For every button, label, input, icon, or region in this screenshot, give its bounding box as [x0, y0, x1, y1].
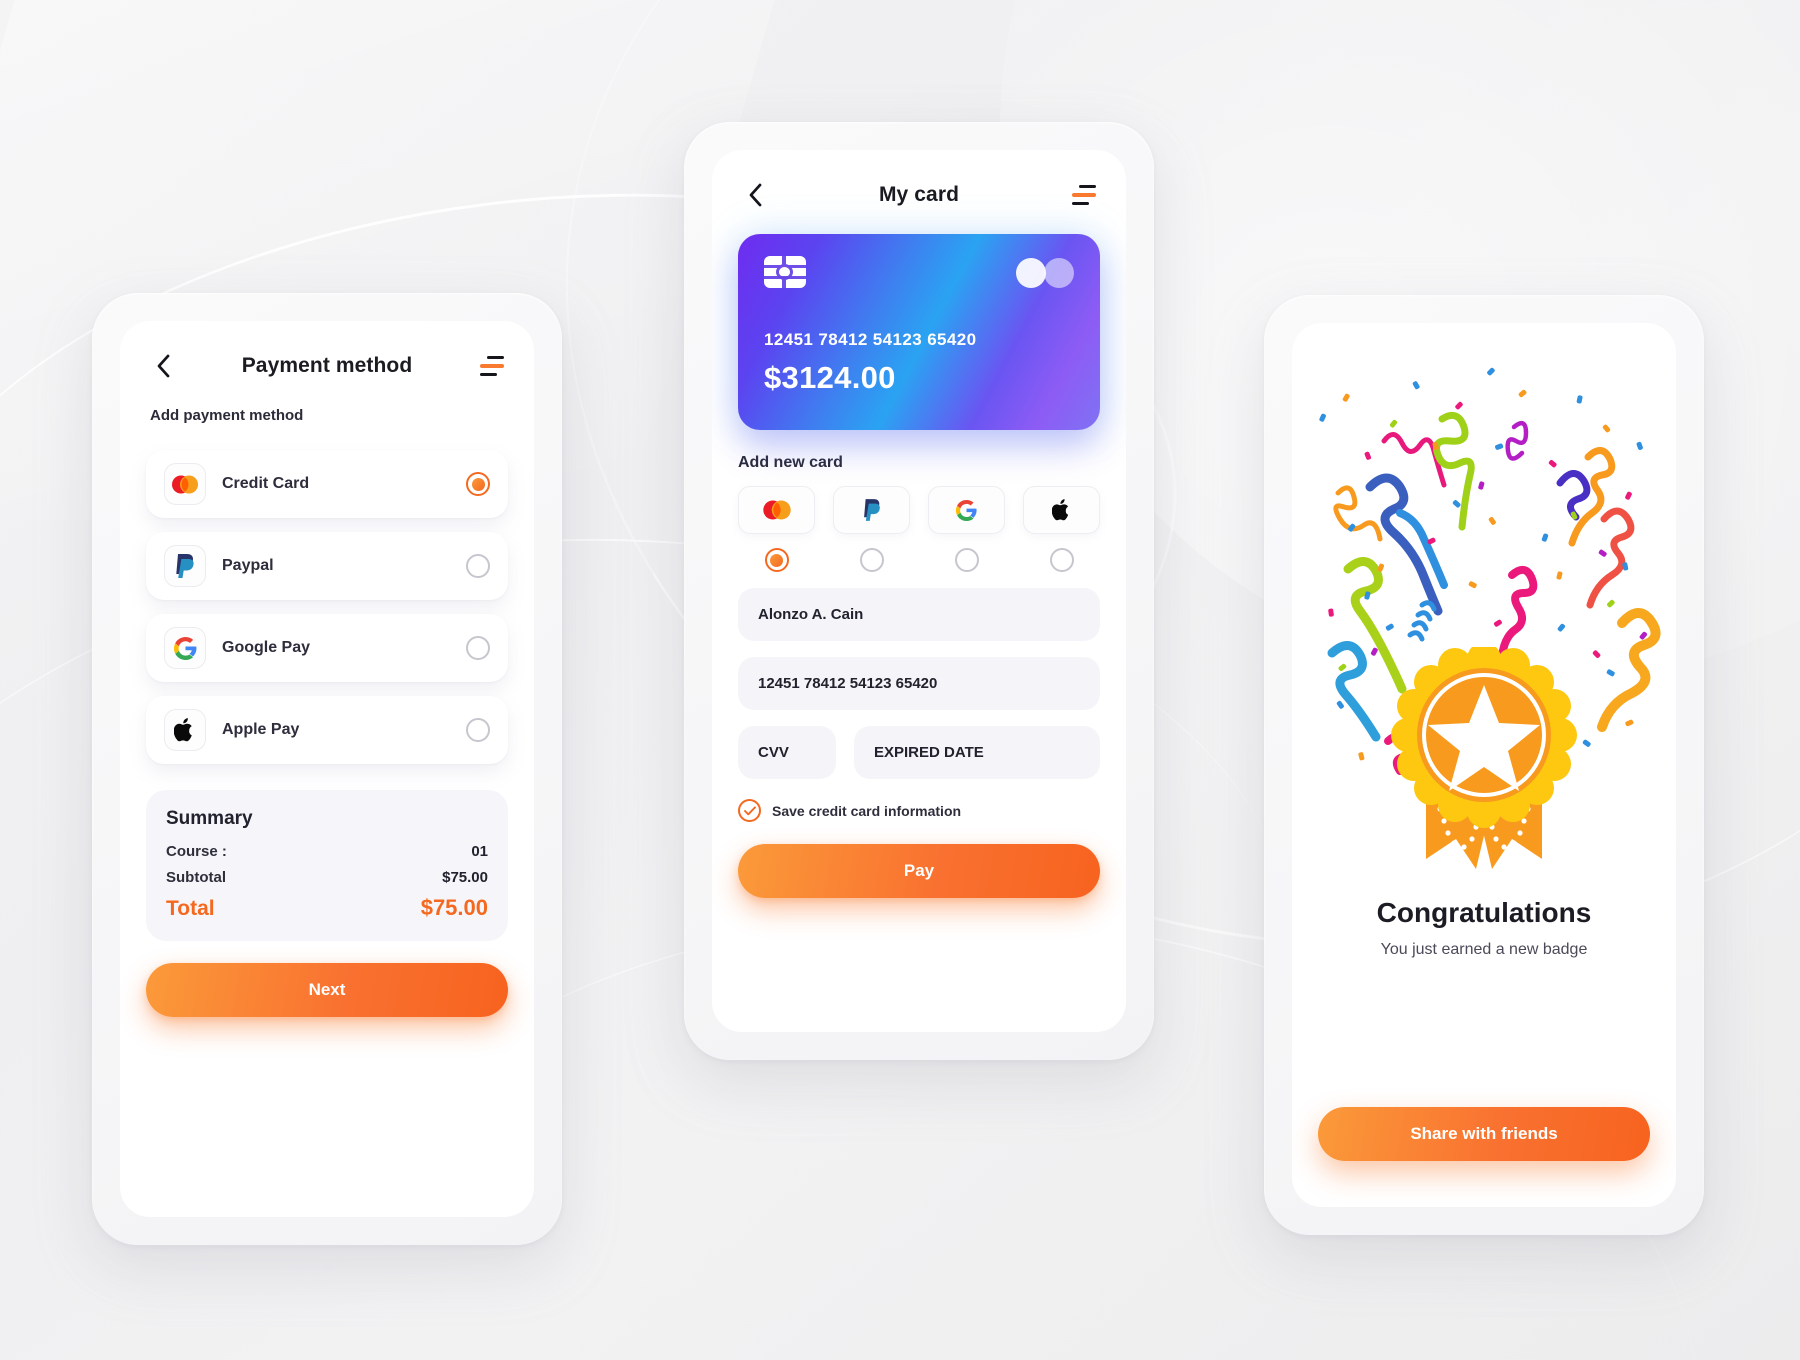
paypal-icon [164, 545, 206, 587]
save-card-label: Save credit card information [772, 802, 962, 819]
payment-method-list: Credit Card Paypal Google Pay Apple Pay [120, 424, 534, 764]
success-heading: Congratulations [1376, 897, 1592, 928]
payment-option-label: Google Pay [222, 639, 311, 656]
radio-paypal[interactable] [466, 554, 490, 578]
brand-option-google[interactable] [928, 486, 1005, 572]
payment-option-label: Paypal [222, 557, 274, 574]
card-number-field[interactable]: 12451 78412 54123 65420 [738, 657, 1100, 710]
payment-option-label: Credit Card [222, 475, 310, 492]
share-with-friends-button[interactable]: Share with friends [1318, 1107, 1650, 1161]
summary-key: Course : [166, 843, 227, 860]
page-title: Payment method [241, 354, 413, 377]
radio-brand-mastercard[interactable] [764, 548, 789, 572]
success-screen: Congratulations You just earned a new ba… [1292, 323, 1676, 1207]
payment-option-google-pay[interactable]: Google Pay [146, 614, 508, 682]
confetti-badge-illustration [1292, 323, 1676, 883]
page-title: My card [878, 183, 960, 206]
payment-option-paypal[interactable]: Paypal [146, 532, 508, 600]
total-value: $75.00 [420, 895, 488, 920]
apple-icon [164, 709, 206, 751]
summary-title: Summary [166, 808, 253, 829]
brand-option-paypal[interactable] [833, 486, 910, 572]
my-card-screen: My card 12451 78412 54123 65420 $3124.00… [712, 150, 1126, 1032]
section-label: Add payment method [150, 407, 304, 424]
filter-menu-icon[interactable] [1070, 185, 1096, 205]
radio-brand-apple[interactable] [1049, 548, 1074, 572]
brand-option-apple[interactable] [1023, 486, 1100, 572]
summary-value: $75.00 [442, 869, 488, 886]
radio-brand-paypal[interactable] [859, 548, 884, 572]
expiry-date-field[interactable]: EXPIRED DATE [854, 726, 1100, 779]
pay-button[interactable]: Pay [738, 844, 1100, 898]
total-label: Total [166, 897, 215, 920]
summary-row-total: Total $75.00 [166, 895, 488, 921]
payment-option-apple-pay[interactable]: Apple Pay [146, 696, 508, 764]
emv-chip-icon [764, 256, 806, 288]
summary-row-course: Course : 01 [166, 843, 488, 860]
credit-card-visual[interactable]: 12451 78412 54123 65420 $3124.00 [738, 234, 1100, 430]
google-icon [164, 627, 206, 669]
cvv-field[interactable]: CVV [738, 726, 836, 779]
cardholder-name-field[interactable]: Alonzo A. Cain [738, 588, 1100, 641]
google-icon[interactable] [928, 486, 1005, 534]
back-icon[interactable] [742, 182, 768, 208]
card-extra-fields: CVV EXPIRED DATE [738, 726, 1100, 779]
radio-credit-card[interactable] [466, 472, 490, 496]
filter-menu-icon[interactable] [478, 356, 504, 376]
brand-option-mastercard[interactable] [738, 486, 815, 572]
summary-key: Subtotal [166, 869, 226, 886]
share-button-wrap: Share with friends [1292, 1107, 1676, 1161]
check-circle-icon[interactable] [738, 799, 761, 822]
card-header: My card [712, 150, 1126, 208]
radio-brand-google[interactable] [954, 548, 979, 572]
phone-mockup-success: Congratulations You just earned a new ba… [1264, 295, 1704, 1235]
summary-card: Summary Course : 01 Subtotal $75.00 Tota… [146, 790, 508, 941]
paypal-icon[interactable] [833, 486, 910, 534]
mastercard-icon [1016, 258, 1074, 288]
success-subheading: You just earned a new badge [1380, 941, 1588, 958]
payment-header: Payment method [120, 321, 534, 379]
save-card-row[interactable]: Save credit card information [712, 779, 1126, 822]
star-badge-icon [1374, 642, 1594, 877]
next-button[interactable]: Next [146, 963, 508, 1017]
payment-option-label: Apple Pay [222, 721, 300, 738]
add-new-card-label: Add new card [738, 454, 843, 471]
payment-option-credit-card[interactable]: Credit Card [146, 450, 508, 518]
card-brand-selector [712, 472, 1126, 572]
summary-value: 01 [471, 843, 488, 860]
radio-google-pay[interactable] [466, 636, 490, 660]
phone-mockup-payment-method: Payment method Add payment method Credit… [92, 293, 562, 1245]
mastercard-icon[interactable] [738, 486, 815, 534]
summary-row-subtotal: Subtotal $75.00 [166, 869, 488, 886]
back-icon[interactable] [150, 353, 176, 379]
apple-icon[interactable] [1023, 486, 1100, 534]
payment-method-screen: Payment method Add payment method Credit… [120, 321, 534, 1217]
card-balance: $3124.00 [764, 360, 896, 395]
card-number: 12451 78412 54123 65420 [764, 330, 977, 349]
radio-apple-pay[interactable] [466, 718, 490, 742]
mastercard-icon [164, 463, 206, 505]
phone-mockup-my-card: My card 12451 78412 54123 65420 $3124.00… [684, 122, 1154, 1060]
